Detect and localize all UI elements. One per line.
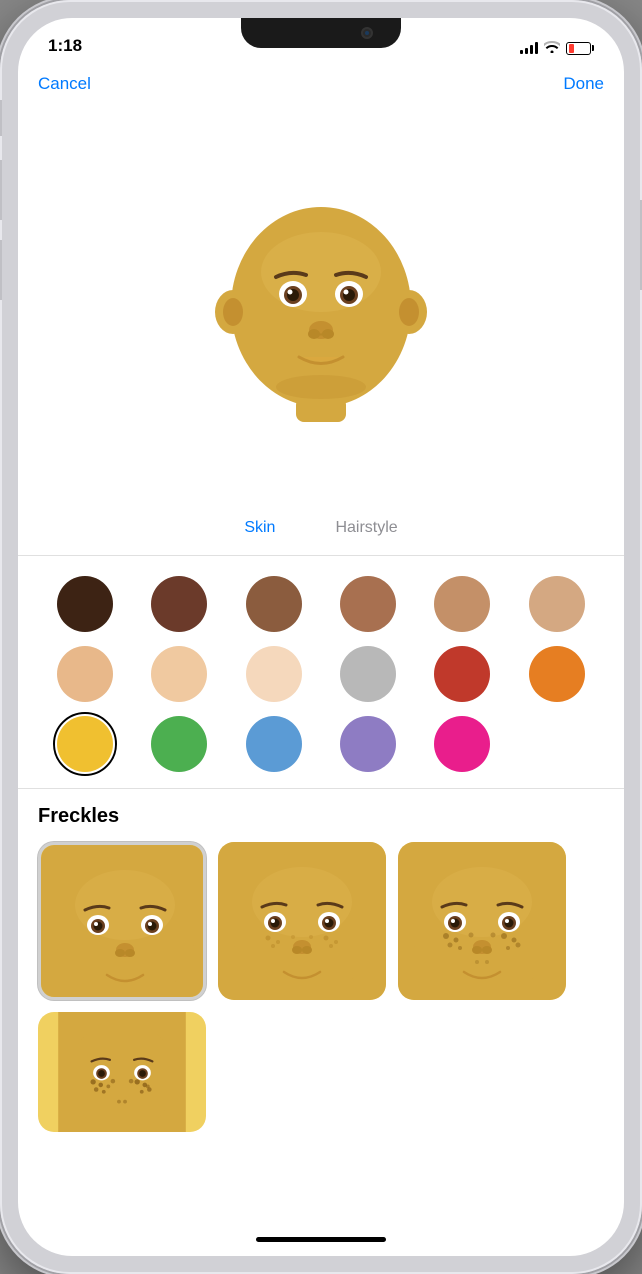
home-indicator[interactable] [18,1222,624,1256]
volume-down-button[interactable] [0,240,2,300]
battery-icon [566,42,594,55]
signal-bar-4 [535,42,538,54]
freckle-option-medium[interactable] [398,842,566,1000]
color-option-empty [529,716,585,772]
color-option[interactable] [151,576,207,632]
freckle-option-none[interactable] [38,842,206,1000]
signal-bar-2 [525,48,528,54]
color-option[interactable] [246,716,302,772]
tab-skin[interactable]: Skin [244,519,275,541]
home-bar [256,1237,386,1242]
tabs-area: Skin Hairstyle [18,507,624,556]
volume-up-button[interactable] [0,160,2,220]
phone-frame: 1:18 [0,0,642,1274]
color-grid-area [18,556,624,789]
front-camera [361,27,373,39]
color-option[interactable] [340,576,396,632]
color-option-selected[interactable] [57,716,113,772]
freckle-option-heavy[interactable] [38,1012,206,1132]
color-option[interactable] [434,646,490,702]
navigation-bar: Cancel Done [18,62,624,106]
color-option[interactable] [57,576,113,632]
signal-icon [520,42,538,54]
freckles-title: Freckles [38,805,604,828]
freckles-bottom-row [38,1012,604,1132]
color-option[interactable] [434,576,490,632]
silent-switch[interactable] [0,100,2,136]
memoji-avatar [211,192,431,422]
signal-bar-1 [520,50,523,54]
color-option[interactable] [340,716,396,772]
color-option[interactable] [529,576,585,632]
color-row-2 [38,646,604,702]
color-row-1 [38,576,604,632]
freckle-option-light[interactable] [218,842,386,1000]
freckles-grid [38,842,604,1000]
notch [241,18,401,48]
color-option[interactable] [57,646,113,702]
status-time: 1:18 [48,36,82,56]
color-option[interactable] [340,646,396,702]
done-button[interactable]: Done [563,74,604,94]
avatar-preview-area [18,106,624,507]
status-icons [520,40,594,56]
color-option[interactable] [529,646,585,702]
color-option[interactable] [434,716,490,772]
color-option[interactable] [151,716,207,772]
color-option[interactable] [151,646,207,702]
color-option[interactable] [246,646,302,702]
cancel-button[interactable]: Cancel [38,74,91,94]
signal-bar-3 [530,45,533,54]
color-row-3 [38,716,604,772]
freckles-area: Freckles [18,789,624,1222]
wifi-icon [544,40,560,56]
tab-hairstyle[interactable]: Hairstyle [335,519,397,541]
phone-screen: 1:18 [18,18,624,1256]
color-option[interactable] [246,576,302,632]
